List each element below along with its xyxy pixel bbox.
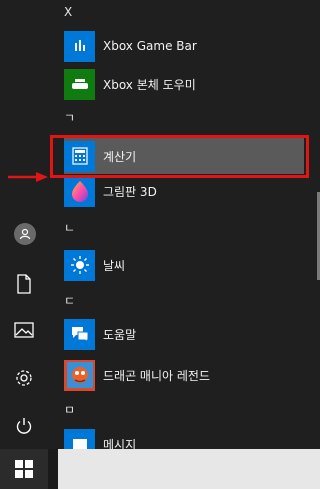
pictures-icon xyxy=(14,322,34,338)
start-button[interactable] xyxy=(0,449,48,489)
section-header-digeut[interactable]: ㄷ xyxy=(64,291,75,311)
section-header-x[interactable]: X xyxy=(64,2,72,22)
app-label: 날씨 xyxy=(103,258,126,273)
user-avatar[interactable] xyxy=(14,223,36,245)
app-label: Xbox Game Bar xyxy=(103,39,197,53)
section-header-giyeok[interactable]: ㄱ xyxy=(64,108,75,128)
highlight-rectangle xyxy=(50,135,309,178)
app-dragon-mania-legends[interactable]: 드래곤 매니아 레전드 xyxy=(64,357,304,393)
app-label: 드래곤 매니아 레전드 xyxy=(103,368,210,383)
taskbar xyxy=(0,449,320,489)
windows-logo-icon xyxy=(15,460,33,478)
pointer-arrow-icon xyxy=(8,172,48,182)
document-icon xyxy=(17,274,31,294)
section-header-nieun[interactable]: ㄴ xyxy=(64,218,75,238)
app-label: Xbox 본체 도우미 xyxy=(103,77,196,92)
app-weather[interactable]: 날씨 xyxy=(64,247,304,283)
paint-3d-icon xyxy=(64,175,95,207)
app-xbox-console-companion[interactable]: Xbox 본체 도우미 xyxy=(64,66,304,102)
dragon-mania-icon xyxy=(64,359,95,391)
app-help[interactable]: 도움말 xyxy=(64,316,304,352)
power-icon xyxy=(16,418,32,434)
pictures-button[interactable] xyxy=(12,318,36,342)
weather-sun-icon xyxy=(64,249,95,281)
xbox-game-bar-icon xyxy=(64,30,95,62)
settings-icon xyxy=(16,370,32,386)
search-box[interactable] xyxy=(58,449,320,489)
app-label: 그림판 3D xyxy=(103,184,157,199)
power-button[interactable] xyxy=(12,414,36,438)
app-xbox-game-bar[interactable]: Xbox Game Bar xyxy=(64,28,304,64)
xbox-icon xyxy=(64,68,95,100)
app-label: 도움말 xyxy=(103,327,137,342)
documents-button[interactable] xyxy=(12,272,36,296)
settings-button[interactable] xyxy=(12,366,36,390)
help-chat-icon xyxy=(64,318,95,350)
start-rail xyxy=(0,0,48,449)
app-list: X Xbox Game Bar Xbox 본체 도우미 ㄱ 계산기 그림판 3D… xyxy=(48,0,313,460)
user-icon xyxy=(19,228,31,240)
app-paint-3d[interactable]: 그림판 3D xyxy=(64,173,304,209)
section-header-mieum[interactable]: ㅁ xyxy=(64,400,75,420)
